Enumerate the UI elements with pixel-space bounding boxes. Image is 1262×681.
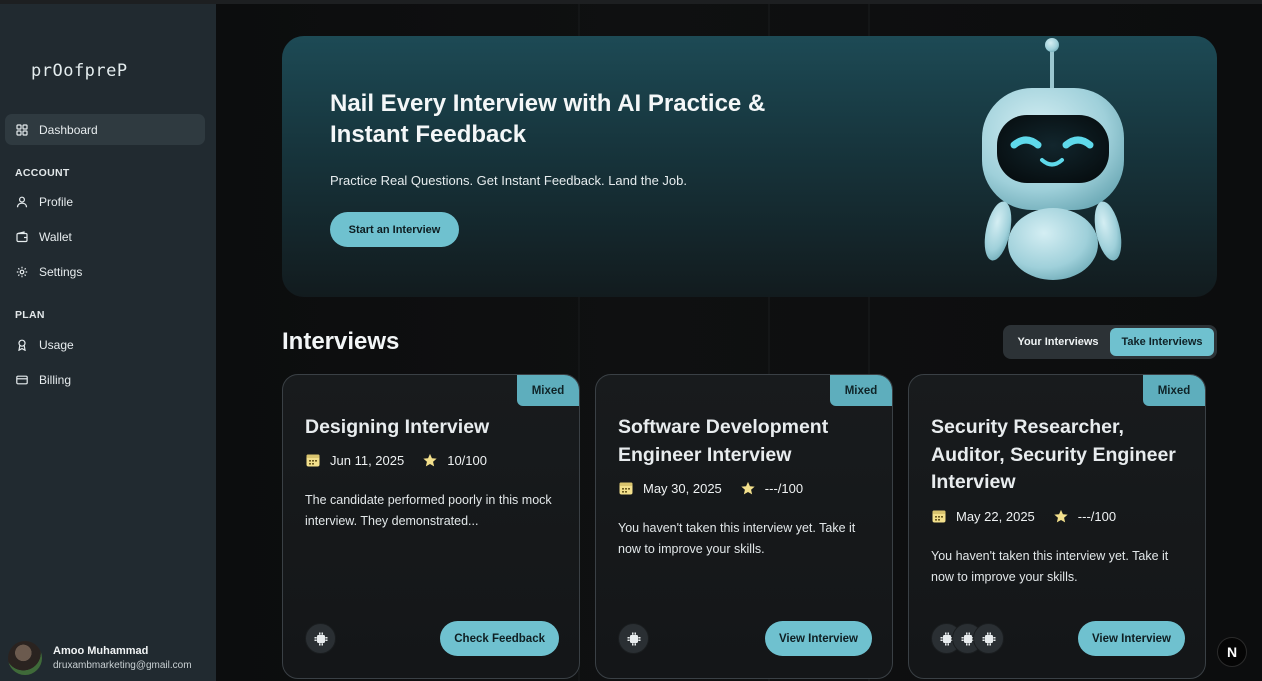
type-badge: Mixed — [517, 375, 579, 406]
user-email: druxambmarketing@gmail.com — [53, 659, 192, 671]
card-date: May 22, 2025 — [956, 508, 1035, 524]
card-title: Designing Interview — [305, 416, 490, 438]
star-icon — [740, 480, 756, 496]
user-name: Amoo Muhammad — [53, 644, 149, 657]
user-icon — [15, 195, 29, 209]
hero-banner: Nail Every Interview with AI Practice & … — [282, 36, 1217, 297]
start-interview-button[interactable]: Start an Interview — [330, 212, 459, 247]
sidebar-item-usage[interactable]: Usage — [5, 329, 205, 360]
card-icon — [15, 373, 29, 387]
user-profile[interactable]: Amoo Muhammad druxambmarketing@gmail.com — [8, 640, 213, 676]
card-score: ---/100 — [764, 480, 804, 496]
star-icon — [1053, 508, 1069, 524]
tech-icon — [618, 623, 649, 654]
calendar-icon — [305, 452, 321, 468]
sidebar: prOofpreP Dashboard ACCOUNT Profile Wall… — [0, 4, 216, 681]
card-title: Software Development Engineer Interview — [618, 416, 829, 466]
card-description: You haven't taken this interview yet. Ta… — [618, 521, 856, 556]
sidebar-item-profile[interactable]: Profile — [5, 186, 205, 217]
tech-icon — [305, 623, 336, 654]
sidebar-item-settings[interactable]: Settings — [5, 256, 205, 287]
interview-card: Mixed Designing Interview Jun 11, 2025 1… — [282, 374, 580, 679]
card-meta: May 22, 2025 ---/100 — [931, 508, 1116, 524]
medal-icon — [15, 338, 29, 352]
sidebar-item-wallet[interactable]: Wallet — [5, 221, 205, 252]
avatar — [8, 641, 42, 675]
view-interview-button[interactable]: View Interview — [764, 621, 872, 656]
card-score: ---/100 — [1077, 508, 1117, 524]
card-description: You haven't taken this interview yet. Ta… — [931, 549, 1169, 584]
interview-card: Mixed Software Development Engineer Inte… — [595, 374, 893, 679]
interview-card: Mixed Security Researcher, Auditor, Secu… — [908, 374, 1206, 679]
hero-subtitle: Practice Real Questions. Get Instant Fee… — [330, 173, 687, 188]
type-badge: Mixed — [830, 375, 892, 406]
card-description: The candidate performed poorly in this m… — [305, 493, 552, 528]
card-score: 10/100 — [447, 452, 487, 468]
type-badge: Mixed — [1143, 375, 1205, 406]
dashboard-icon — [15, 123, 29, 137]
hero-title: Nail Every Interview with AI Practice & … — [330, 90, 766, 148]
dev-tools-badge[interactable]: N — [1217, 637, 1247, 667]
logo-text: prOofpreP — [31, 61, 128, 81]
card-date: May 30, 2025 — [643, 480, 722, 496]
card-title: Security Researcher, Auditor, Security E… — [931, 416, 1176, 493]
sidebar-item-label: Dashboard — [39, 122, 98, 137]
interviews-heading: Interviews — [282, 328, 400, 355]
sidebar-item-label: Usage — [39, 337, 74, 352]
sidebar-item-dashboard[interactable]: Dashboard — [5, 114, 205, 145]
tab-your-interviews[interactable]: Your Interviews — [1006, 328, 1110, 356]
view-interview-button[interactable]: View Interview — [1077, 621, 1185, 656]
tab-take-interviews[interactable]: Take Interviews — [1110, 328, 1214, 356]
sidebar-item-label: Settings — [39, 264, 83, 279]
sidebar-item-label: Wallet — [39, 229, 72, 244]
card-meta: May 30, 2025 ---/100 — [618, 480, 803, 496]
robot-illustration — [982, 38, 1124, 280]
section-label-account: ACCOUNT — [15, 167, 70, 179]
check-feedback-button[interactable]: Check Feedback — [440, 621, 559, 656]
calendar-icon — [618, 480, 634, 496]
sidebar-item-billing[interactable]: Billing — [5, 364, 205, 395]
card-date: Jun 11, 2025 — [330, 452, 405, 468]
gear-icon — [15, 265, 29, 279]
interview-tab-toggle: Your Interviews Take Interviews — [1003, 325, 1217, 359]
star-icon — [422, 452, 438, 468]
section-label-plan: PLAN — [15, 309, 45, 321]
sidebar-item-label: Billing — [39, 372, 72, 387]
tech-icon — [973, 623, 1004, 654]
sidebar-item-label: Profile — [39, 194, 74, 209]
calendar-icon — [931, 508, 947, 524]
wallet-icon — [15, 230, 29, 244]
card-meta: Jun 11, 2025 10/100 — [305, 452, 487, 468]
